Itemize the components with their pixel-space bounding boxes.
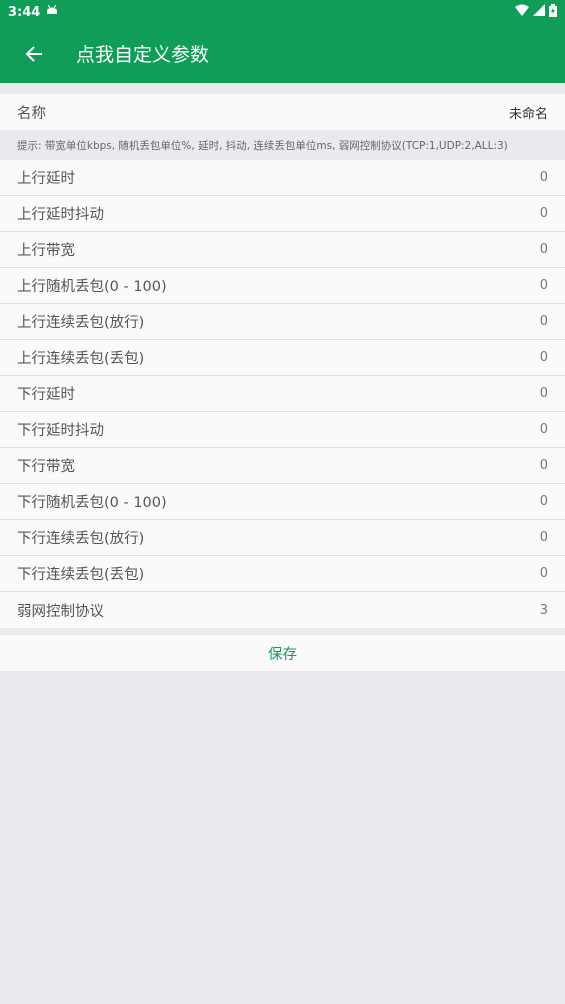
param-value[interactable]: 0 [540,386,548,401]
name-value[interactable]: 未命名 [509,103,548,122]
param-label: 上行带宽 [17,243,75,259]
param-value[interactable]: 0 [540,566,548,581]
wifi-icon [515,4,529,20]
hint-text: 提示: 带宽单位kbps, 随机丢包单位%, 延时, 抖动, 连续丢包单位ms,… [0,130,565,160]
battery-icon [549,3,557,21]
param-value[interactable]: 0 [540,422,548,437]
param-label: 下行延时抖动 [17,423,104,439]
android-icon [46,4,58,20]
param-label: 下行带宽 [17,459,75,475]
param-label: 下行连续丢包(放行) [17,531,145,547]
param-value[interactable]: 0 [540,350,548,365]
param-row[interactable]: 下行带宽 0 [0,448,565,484]
name-label: 名称 [17,105,46,122]
param-row[interactable]: 下行连续丢包(放行) 0 [0,520,565,556]
param-row[interactable]: 弱网控制协议 3 [0,592,565,628]
param-label: 下行连续丢包(丢包) [17,567,145,583]
param-label: 上行延时 [17,171,75,187]
name-row[interactable]: 名称 未命名 [0,94,565,130]
param-row[interactable]: 下行随机丢包(0 - 100) 0 [0,484,565,520]
status-bar: 3:44 [0,0,565,24]
param-value[interactable]: 0 [540,206,548,221]
param-row[interactable]: 上行连续丢包(丢包) 0 [0,340,565,376]
param-value[interactable]: 3 [540,603,548,618]
param-row[interactable]: 上行延时抖动 0 [0,196,565,232]
param-value[interactable]: 0 [540,458,548,473]
param-value[interactable]: 0 [540,170,548,185]
param-label: 上行连续丢包(放行) [17,315,145,331]
param-list: 上行延时 0 上行延时抖动 0 上行带宽 0 上行随机丢包(0 - 100) 0 上行连… [0,160,565,628]
param-row[interactable]: 上行延时 0 [0,160,565,196]
param-row[interactable]: 下行延时 0 [0,376,565,412]
param-label: 弱网控制协议 [17,603,104,620]
param-value[interactable]: 0 [540,278,548,293]
app-bar: 点我自定义参数 [0,24,565,83]
param-value[interactable]: 0 [540,530,548,545]
save-button[interactable]: 保存 [0,635,565,671]
param-value[interactable]: 0 [540,242,548,257]
signal-icon [533,4,545,20]
param-label: 下行延时 [17,387,75,403]
arrow-left-icon[interactable] [22,42,46,66]
param-row[interactable]: 上行带宽 0 [0,232,565,268]
param-row[interactable]: 下行延时抖动 0 [0,412,565,448]
content: 名称 未命名 提示: 带宽单位kbps, 随机丢包单位%, 延时, 抖动, 连续… [0,83,565,671]
param-label: 下行随机丢包(0 - 100) [17,495,167,511]
page-title: 点我自定义参数 [76,44,210,66]
status-time: 3:44 [8,4,41,20]
param-value[interactable]: 0 [540,314,548,329]
param-label: 上行延时抖动 [17,207,104,223]
param-row[interactable]: 上行连续丢包(放行) 0 [0,304,565,340]
param-row[interactable]: 上行随机丢包(0 - 100) 0 [0,268,565,304]
param-label: 上行连续丢包(丢包) [17,351,145,367]
param-label: 上行随机丢包(0 - 100) [17,279,167,295]
param-row[interactable]: 下行连续丢包(丢包) 0 [0,556,565,592]
param-value[interactable]: 0 [540,494,548,509]
